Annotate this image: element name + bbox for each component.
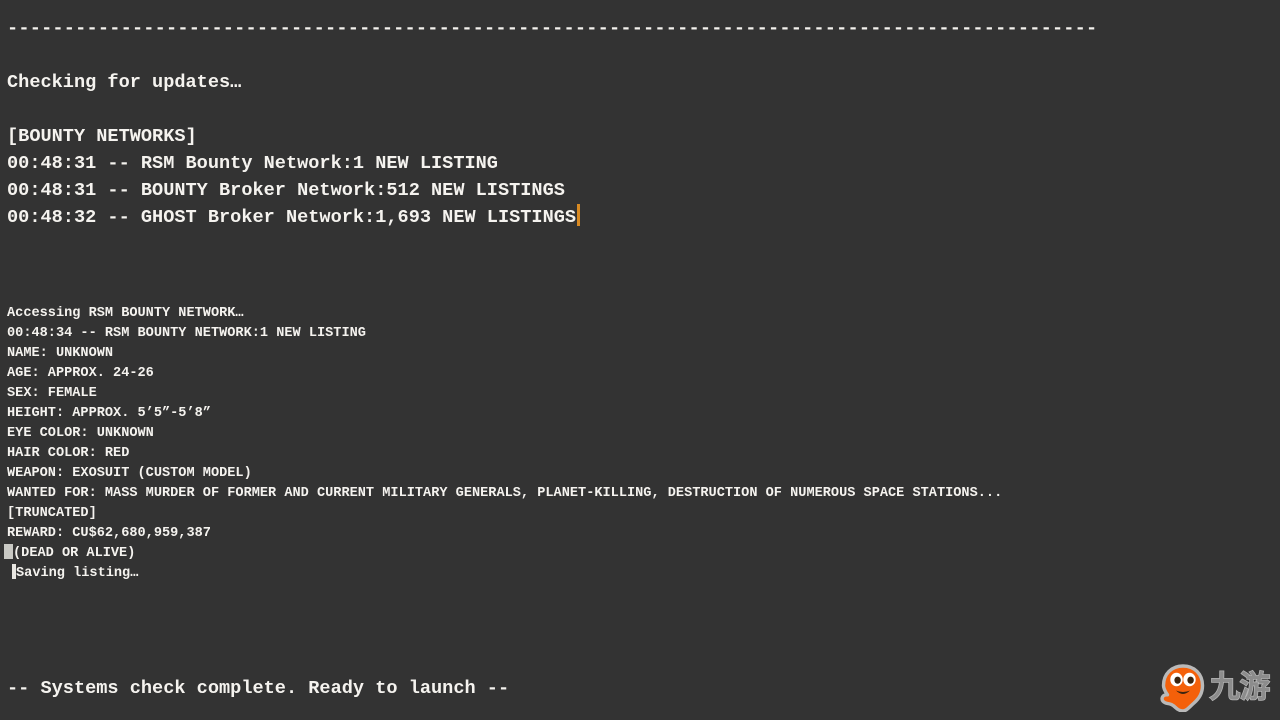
boot-log-block: ----------------------------------------… (7, 15, 1097, 231)
network-line-ghost-broker-text: 00:48:32 -- GHOST Broker Network:1,693 N… (7, 207, 577, 228)
block-cursor-icon (4, 544, 13, 559)
network-line-rsm: 00:48:31 -- RSM Bounty Network:1 NEW LIS… (7, 153, 498, 174)
listing-field-hair-color: HAIR COLOR: RED (7, 446, 130, 461)
checking-for-updates-line: Checking for updates… (7, 72, 242, 93)
jiuyou-watermark: 九游 (1160, 662, 1276, 714)
listing-field-eye-color: EYE COLOR: UNKNOWN (7, 426, 154, 441)
listing-field-dead-or-alive: (DEAD OR ALIVE) (1, 544, 1002, 564)
listing-field-weapon: WEAPON: EXOSUIT (CUSTOM MODEL) (7, 466, 252, 481)
text-caret-icon (577, 204, 581, 226)
jiuyou-mascot-icon (1160, 664, 1205, 712)
listing-field-age: AGE: APPROX. 24-26 (7, 366, 154, 381)
terminal-screen: ----------------------------------------… (0, 0, 1280, 720)
bounty-networks-header: [BOUNTY NETWORKS] (7, 126, 197, 147)
listing-field-dead-or-alive-text: (DEAD OR ALIVE) (13, 546, 136, 561)
listing-field-sex: SEX: FEMALE (7, 386, 97, 401)
accessing-network-line: Accessing RSM BOUNTY NETWORK… (7, 306, 244, 321)
listing-field-truncated: [TRUNCATED] (7, 506, 97, 521)
divider-rule: ----------------------------------------… (7, 18, 1098, 39)
saving-listing-text: Saving listing… (16, 566, 139, 581)
network-line-bounty-broker: 00:48:31 -- BOUNTY Broker Network:512 NE… (7, 180, 565, 201)
bounty-listing-block: Accessing RSM BOUNTY NETWORK… 00:48:34 -… (1, 304, 1002, 584)
jiuyou-wordmark: 九游 (1209, 670, 1271, 705)
systems-check-status: -- Systems check complete. Ready to laun… (7, 678, 510, 699)
listing-field-reward: REWARD: CU$62,680,959,387 (7, 526, 211, 541)
listing-timestamp-line: 00:48:34 -- RSM BOUNTY NETWORK:1 NEW LIS… (7, 326, 366, 341)
listing-field-height: HEIGHT: APPROX. 5’5”-5’8” (7, 406, 211, 421)
network-line-ghost-broker: 00:48:32 -- GHOST Broker Network:1,693 N… (7, 204, 1097, 231)
footer-status-block: -- Systems check complete. Ready to laun… (7, 675, 509, 702)
listing-field-wanted-for: WANTED FOR: MASS MURDER OF FORMER AND CU… (7, 486, 1003, 501)
listing-field-name: NAME: UNKNOWN (7, 346, 114, 361)
saving-listing-line: Saving listing… (1, 564, 1002, 584)
